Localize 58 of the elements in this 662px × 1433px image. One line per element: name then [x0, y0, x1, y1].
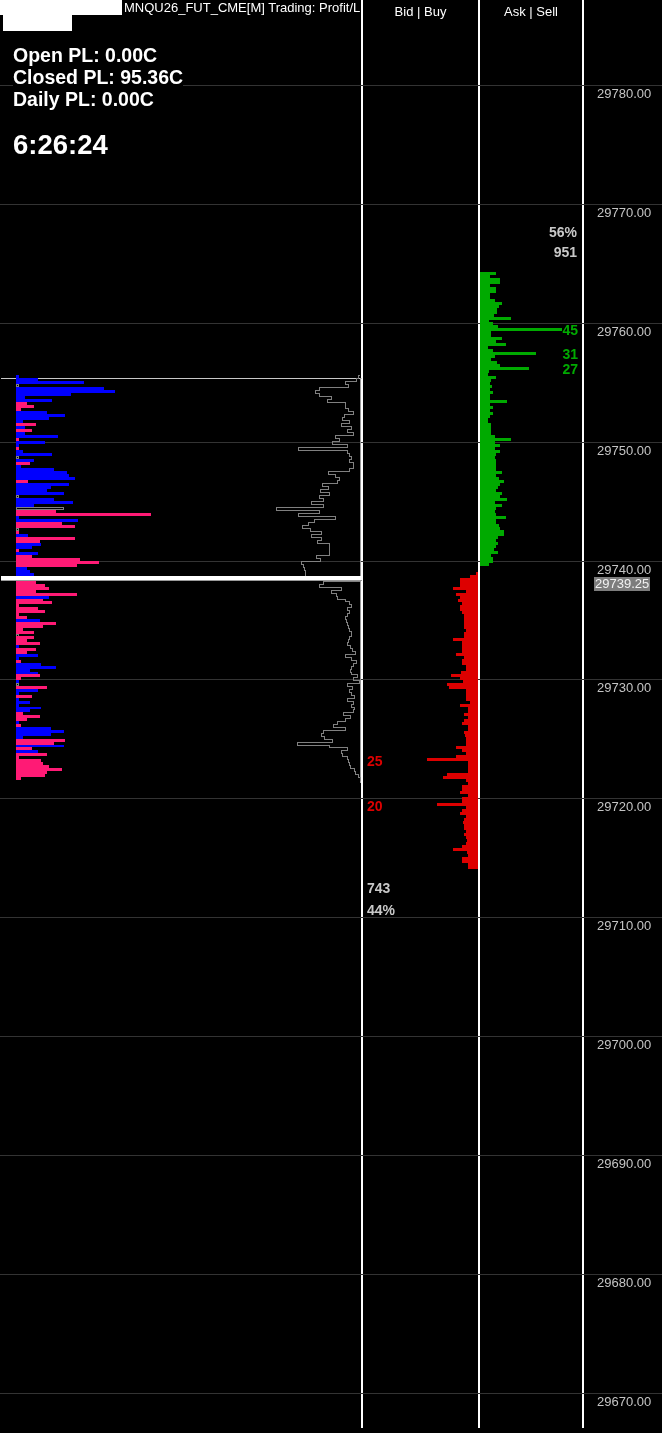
clock-text: 6:26:24	[13, 129, 108, 161]
price-label: 29680.00	[597, 1275, 652, 1290]
percent-label: 44%	[367, 902, 396, 918]
volume-label: 20	[367, 798, 383, 814]
total-volume-label: 743	[367, 880, 391, 896]
sell-volume-bar	[16, 747, 32, 750]
price-label: 29730.00	[597, 681, 652, 696]
buy-volume-bar	[16, 596, 49, 599]
sell-volume-bar	[16, 549, 19, 552]
volume-label: 31	[562, 346, 578, 362]
neutral-volume-bar	[16, 507, 64, 510]
zero-volume-marker	[16, 634, 19, 637]
zero-volume-marker	[16, 495, 19, 498]
last-price-tag: 29739.25	[594, 577, 651, 591]
buy-volume-bar	[16, 534, 28, 537]
total-volume-label: 951	[553, 244, 577, 260]
price-label: 29760.00	[597, 324, 652, 339]
zero-volume-marker	[16, 456, 19, 459]
column-header: Bid | Buy	[394, 4, 447, 20]
price-label: 29780.00	[597, 87, 652, 101]
sell-volume-bar	[16, 429, 32, 432]
price-label: 29770.00	[597, 205, 652, 220]
sell-volume-bar	[16, 695, 32, 698]
sell-volume-bar	[16, 423, 36, 426]
zero-volume-marker	[16, 683, 19, 686]
sell-volume-bar	[16, 686, 47, 689]
sell-volume-bar	[16, 447, 19, 450]
chart-title: MNQU26_FUT_CME[M] Trading: Profit/L	[124, 0, 361, 16]
buy-volume-bar	[16, 680, 19, 683]
buy-volume-bar	[16, 552, 38, 555]
buy-volume-bar	[16, 721, 19, 724]
sell-volume-bar	[16, 724, 21, 727]
price-label: 29670.00	[597, 1394, 652, 1409]
sell-volume-bar	[16, 660, 21, 663]
sell-volume-bar	[16, 438, 19, 441]
price-label: 29740.00	[597, 562, 652, 577]
buy-volume-bar	[16, 426, 25, 429]
buy-volume-bar	[16, 645, 19, 648]
price-label: 29750.00	[597, 443, 652, 458]
sell-volume-bar	[16, 480, 28, 483]
zero-volume-marker	[16, 528, 19, 531]
price-label: 29720.00	[597, 800, 652, 815]
volume-label: 25	[367, 753, 383, 769]
percent-label: 56%	[548, 224, 577, 240]
price-label: 29710.00	[597, 919, 652, 934]
sell-volume-bar	[16, 531, 19, 534]
volume-label: 27	[562, 361, 578, 377]
pnl-readout: Daily PL: 0.00C	[13, 88, 154, 110]
pnl-readout: Closed PL: 95.36C	[13, 66, 184, 88]
price-label: 29690.00	[597, 1157, 652, 1171]
buy-volume-bar	[16, 750, 38, 753]
zero-volume-marker	[16, 384, 19, 387]
price-label: 29700.00	[597, 1038, 652, 1053]
volume-label: 45	[562, 322, 578, 338]
column-header: Ask | Sell	[504, 4, 558, 20]
buy-volume-bar	[16, 459, 34, 462]
sell-volume-bar	[16, 462, 30, 465]
buy-volume-bar	[16, 619, 40, 622]
